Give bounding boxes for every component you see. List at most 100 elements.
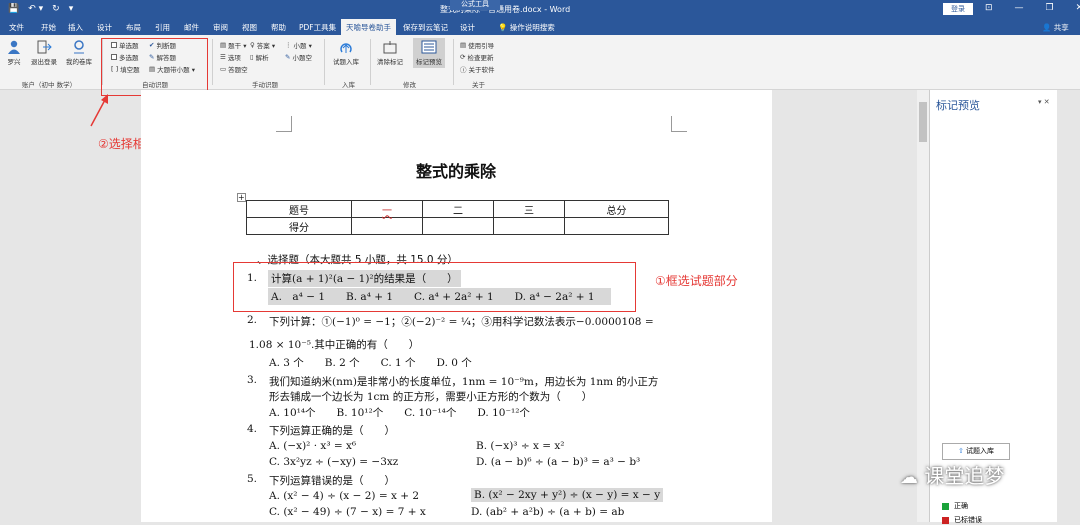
guide-option[interactable]: ▤ 使用引导 bbox=[460, 40, 494, 50]
tab-help[interactable]: 帮助 bbox=[271, 22, 286, 33]
tab-file[interactable]: 文件 bbox=[9, 22, 24, 33]
logout-button[interactable]: 退出登录 bbox=[31, 40, 57, 66]
answer-option[interactable]: ♀ 答案 ▾ bbox=[250, 40, 275, 50]
clear-marks-button[interactable]: 清除标记 bbox=[377, 40, 403, 66]
pane-submit-label: 试题入库 bbox=[966, 447, 995, 455]
question-stem-cont: 形去铺成一个边长为 1cm 的正方形，需要小正方形的个数为（ ） bbox=[269, 391, 593, 403]
check-update-option[interactable]: ⟳ 检查更新 bbox=[460, 52, 493, 62]
bulb-icon: ♀ bbox=[250, 41, 255, 49]
group-divider bbox=[324, 39, 325, 85]
save-icon[interactable]: 💾 bbox=[8, 4, 19, 14]
logout-label: 退出登录 bbox=[31, 58, 57, 66]
analysis-icon: ▯ bbox=[250, 53, 254, 61]
analysis-label: 解析 bbox=[255, 54, 269, 62]
quick-access-toolbar: 💾 ↶ ▾ ↻ ▾ bbox=[8, 4, 73, 14]
question-number: 2. bbox=[247, 314, 258, 326]
guide-icon: ▤ bbox=[460, 41, 467, 49]
options-label: 选项 bbox=[227, 54, 241, 62]
table-cell bbox=[564, 217, 669, 235]
table-move-handle[interactable]: + bbox=[237, 193, 246, 202]
clear-marks-icon bbox=[383, 41, 397, 54]
about-software-label: 关于软件 bbox=[468, 66, 495, 74]
tab-review[interactable]: 审阅 bbox=[213, 22, 228, 33]
question-option-d: D. (a − b)⁶ ÷ (a − b)³ = a³ − b³ bbox=[476, 456, 641, 468]
question-stem: 下列运算错误的是（ ） bbox=[269, 475, 395, 487]
answer-blank-label: 答题空 bbox=[228, 66, 248, 74]
tab-save-cloud[interactable]: 保存到云笔记 bbox=[403, 22, 448, 33]
tab-layout[interactable]: 布局 bbox=[126, 22, 141, 33]
answer-blank-option[interactable]: ▭ 答题空 bbox=[220, 64, 248, 74]
customize-icon[interactable]: ▾ bbox=[69, 4, 74, 14]
minimize-icon[interactable]: — bbox=[1015, 3, 1024, 13]
tab-pdf-tools[interactable]: PDF工具集 bbox=[299, 22, 336, 33]
options-option[interactable]: ☰ 选项 bbox=[220, 52, 241, 62]
legend-error: 已标错误 bbox=[942, 515, 982, 525]
question-number: 5. bbox=[247, 473, 258, 485]
scrollbar-thumb[interactable] bbox=[919, 102, 927, 142]
question-stem: 下列运算正确的是（ ） bbox=[269, 425, 395, 437]
question-number: 4. bbox=[247, 423, 258, 435]
highlight-box-ribbon bbox=[101, 38, 208, 96]
question-option-c: C. (x² − 49) ÷ (7 − x) = 7 + x bbox=[269, 506, 426, 518]
question-stem-cont: 1.08 × 10⁻⁵.其中正确的有（ ） bbox=[249, 339, 420, 351]
list-icon: ☰ bbox=[220, 53, 226, 61]
sub-blank-option[interactable]: ✎ 小题空 bbox=[285, 52, 312, 62]
refresh-icon: ⟳ bbox=[460, 53, 466, 61]
pane-submit-button[interactable]: ⇧ 试题入库 bbox=[942, 443, 1010, 460]
pane-scrollbar[interactable] bbox=[1065, 90, 1080, 522]
tab-references[interactable]: 引用 bbox=[155, 22, 170, 33]
question-option-d: D. (ab² + a²b) ÷ (a + b) = ab bbox=[471, 506, 625, 518]
tab-view[interactable]: 视图 bbox=[242, 22, 257, 33]
question-options: A. 10¹⁴个 B. 10¹²个 C. 10⁻¹⁴个 D. 10⁻¹²个 bbox=[269, 407, 530, 419]
share-button[interactable]: 👤 共享 bbox=[1042, 22, 1069, 33]
user-label: 罗兴 bbox=[7, 58, 21, 66]
table-cell bbox=[422, 217, 494, 235]
pane-menu-icon[interactable]: ▾ ✕ bbox=[1038, 98, 1050, 106]
document-title: 整式的乘除 bbox=[416, 162, 497, 181]
tab-equation-design[interactable]: 设计 bbox=[460, 22, 475, 33]
document-scrollbar[interactable] bbox=[917, 90, 929, 522]
tell-me-label: 操作说明搜索 bbox=[509, 23, 555, 32]
mark-preview-label: 标记预览 bbox=[416, 58, 442, 66]
legend-correct: 正确 bbox=[942, 501, 968, 511]
page-corner-mark bbox=[671, 116, 687, 132]
context-tab-label: 公式工具 bbox=[450, 0, 500, 10]
clear-marks-label: 清除标记 bbox=[377, 58, 403, 66]
wechat-icon: ☁ bbox=[900, 467, 918, 488]
tab-insert[interactable]: 插入 bbox=[68, 22, 83, 33]
tab-mailings[interactable]: 邮件 bbox=[184, 22, 199, 33]
user-button[interactable]: 罗兴 bbox=[6, 40, 22, 66]
stem-icon: ▤ bbox=[220, 41, 227, 49]
library-icon bbox=[74, 40, 84, 54]
about-software-option[interactable]: ⓘ 关于软件 bbox=[460, 64, 495, 74]
modify-group-label: 修改 bbox=[403, 81, 416, 89]
close-icon[interactable]: ✕ bbox=[1076, 3, 1080, 13]
tab-design[interactable]: 设计 bbox=[97, 22, 112, 33]
ribbon-display-icon[interactable]: ⊡ bbox=[985, 3, 993, 13]
stem-option[interactable]: ▤ 题干 ▾ bbox=[220, 40, 247, 50]
logout-icon bbox=[37, 40, 52, 54]
redo-icon[interactable]: ↻ bbox=[52, 4, 60, 14]
analysis-option[interactable]: ▯ 解析 bbox=[250, 52, 269, 62]
tab-home[interactable]: 开始 bbox=[41, 22, 56, 33]
table-cell: 题号 bbox=[246, 200, 352, 218]
mark-preview-button[interactable]: 标记预览 bbox=[413, 38, 445, 68]
undo-icon[interactable]: ↶ ▾ bbox=[28, 4, 43, 14]
page-corner-mark bbox=[276, 116, 292, 132]
upload-icon: ⇧ bbox=[957, 447, 964, 455]
legend-swatch bbox=[942, 516, 949, 524]
submit-questions-label: 试题入库 bbox=[333, 58, 359, 66]
submit-questions-button[interactable]: 试题入库 bbox=[333, 40, 359, 66]
watermark-text: 课堂追梦 bbox=[924, 464, 1005, 488]
login-button[interactable]: 登录 bbox=[943, 3, 973, 15]
question-stem: 我们知道纳米(nm)是非常小的长度单位，1nm = 10⁻⁹m，用边长为 1nm… bbox=[269, 376, 659, 388]
group-divider bbox=[453, 39, 454, 85]
tab-tianyu-helper[interactable]: 天喻导卷助手 bbox=[341, 19, 396, 35]
highlight-box-question bbox=[233, 262, 636, 312]
my-library-button[interactable]: 我的卷库 bbox=[66, 40, 92, 66]
subquestion-option[interactable]: ⋮ 小题 ▾ bbox=[285, 40, 312, 50]
tell-me-search[interactable]: 💡 操作说明搜索 bbox=[498, 22, 555, 33]
restore-icon[interactable]: ❐ bbox=[1046, 3, 1054, 13]
question-option-a: A. (x² − 4) ÷ (x − 2) = x + 2 bbox=[269, 490, 420, 502]
legend-swatch bbox=[942, 502, 949, 510]
